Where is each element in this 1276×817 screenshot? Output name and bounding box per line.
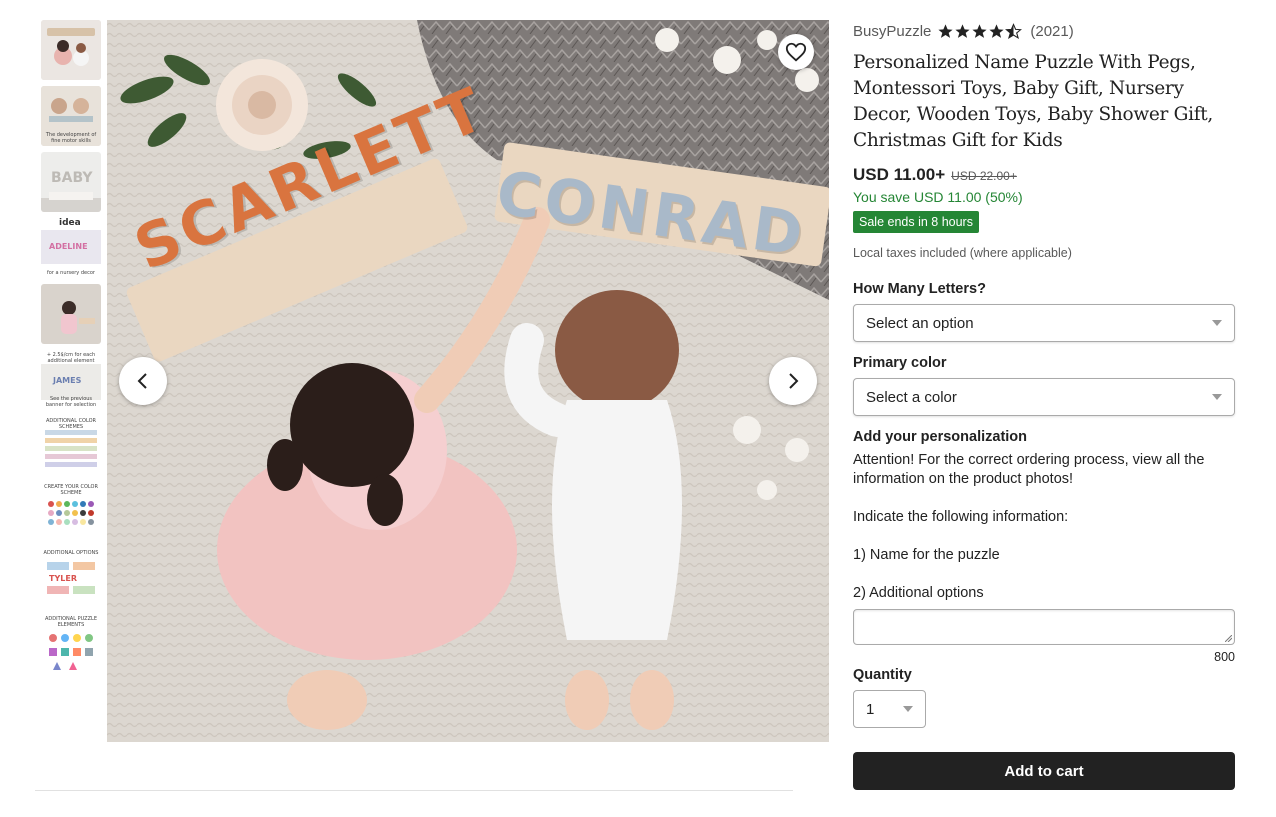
price-row: USD 11.00+ USD 22.00+	[853, 165, 1235, 185]
personalization-instructions: Attention! For the correct ordering proc…	[853, 452, 1205, 487]
thumbnail-2-caption: The development of fine motor skills	[45, 132, 97, 144]
thumbnail-5[interactable]	[41, 284, 101, 344]
previous-image-button[interactable]	[119, 357, 167, 405]
color-select[interactable]: Select a color	[853, 378, 1235, 416]
thumbnail-4-caption: idea	[59, 218, 81, 228]
main-product-image: SCARLETT CONRAD	[107, 20, 829, 742]
thumbnail-6-sub: See the previous banner for selection	[45, 396, 97, 408]
next-image-button[interactable]	[769, 357, 817, 405]
personalization-label: Add your personalization	[853, 429, 1028, 445]
thumbnail-6-caption: + 2.5$/cm for each additional element	[46, 352, 96, 364]
star-icon	[938, 23, 953, 38]
thumbnail-9[interactable]: ADDITIONAL OPTIONS TYLER	[41, 548, 101, 608]
thumbnail-4[interactable]: idea ADELINE for a nursery decor	[41, 218, 101, 278]
thumbnail-10[interactable]: ADDITIONAL PUZZLE ELEMENTS	[41, 614, 101, 674]
favorite-button[interactable]	[778, 34, 814, 70]
product-details-panel: BusyPuzzle (2021) Personalized Name Puzz…	[853, 20, 1235, 790]
chevron-left-icon	[137, 373, 147, 389]
thumbnail-8-image	[48, 501, 94, 525]
current-price: USD 11.00+	[853, 165, 946, 184]
section-divider	[35, 790, 793, 791]
heart-icon	[785, 42, 807, 62]
star-icon	[989, 23, 1004, 38]
resize-handle-icon[interactable]	[1225, 635, 1232, 642]
color-select-value: Select a color	[866, 388, 957, 406]
personalization-line-2: 1) Name for the puzzle	[853, 547, 1000, 563]
caret-down-icon	[903, 706, 913, 712]
savings-text: You save USD 11.00 (50%)	[853, 189, 1023, 205]
thumbnail-7-image	[45, 430, 97, 467]
shop-name-link[interactable]: BusyPuzzle	[853, 23, 931, 40]
thumbnail-9-word: TYLER	[49, 574, 77, 583]
star-rating[interactable]	[937, 22, 1023, 40]
thumbnail-6-word: JAMES	[53, 376, 82, 385]
original-price: USD 22.00+	[951, 169, 1017, 183]
color-label: Primary color	[853, 355, 947, 371]
quantity-label: Quantity	[853, 667, 912, 683]
thumbnail-5-image	[41, 284, 101, 344]
thumbnail-8[interactable]: CREATE YOUR COLOR SCHEME	[41, 482, 101, 542]
character-counter: 800	[1214, 650, 1235, 664]
quantity-select[interactable]: 1	[853, 690, 926, 728]
thumbnail-2[interactable]: The development of fine motor skills	[41, 86, 101, 146]
thumbnail-7[interactable]: ADDITIONAL COLOR SCHEMES	[41, 416, 101, 476]
thumbnail-6[interactable]: + 2.5$/cm for each additional element JA…	[41, 350, 101, 410]
chevron-right-icon	[789, 373, 799, 389]
thumbnail-3[interactable]: BABY	[41, 152, 101, 212]
thumbnail-list: The development of fine motor skills BAB…	[41, 20, 101, 680]
review-count[interactable]: (2021)	[1030, 23, 1073, 40]
product-title: Personalized Name Puzzle With Pegs, Mont…	[853, 52, 1214, 151]
letters-select[interactable]: Select an option	[853, 304, 1235, 342]
half-star-icon	[1005, 22, 1023, 39]
thumbnail-4-sub: for a nursery decor	[47, 270, 95, 276]
letters-select-value: Select an option	[866, 314, 974, 332]
thumbnail-4-word: ADELINE	[49, 242, 88, 251]
star-icon	[972, 23, 987, 38]
thumbnail-1[interactable]	[41, 20, 101, 80]
star-icon	[955, 23, 970, 38]
thumbnail-1-image	[41, 20, 101, 80]
personalization-line-3: 2) Additional options	[853, 585, 984, 601]
thumbnail-3-word: BABY	[51, 170, 93, 186]
caret-down-icon	[1212, 394, 1222, 400]
personalization-textarea[interactable]	[853, 609, 1235, 645]
shop-row: BusyPuzzle (2021)	[853, 20, 1235, 42]
sale-badge: Sale ends in 8 hours	[853, 211, 979, 233]
personalization-line-1: Indicate the following information:	[853, 509, 1069, 525]
add-to-cart-button[interactable]: Add to cart	[853, 752, 1235, 790]
quantity-value: 1	[866, 700, 875, 718]
taxes-note: Local taxes included (where applicable)	[853, 246, 1072, 260]
caret-down-icon	[1212, 320, 1222, 326]
letters-label: How Many Letters?	[853, 281, 986, 297]
thumbnail-10-image	[49, 634, 93, 670]
